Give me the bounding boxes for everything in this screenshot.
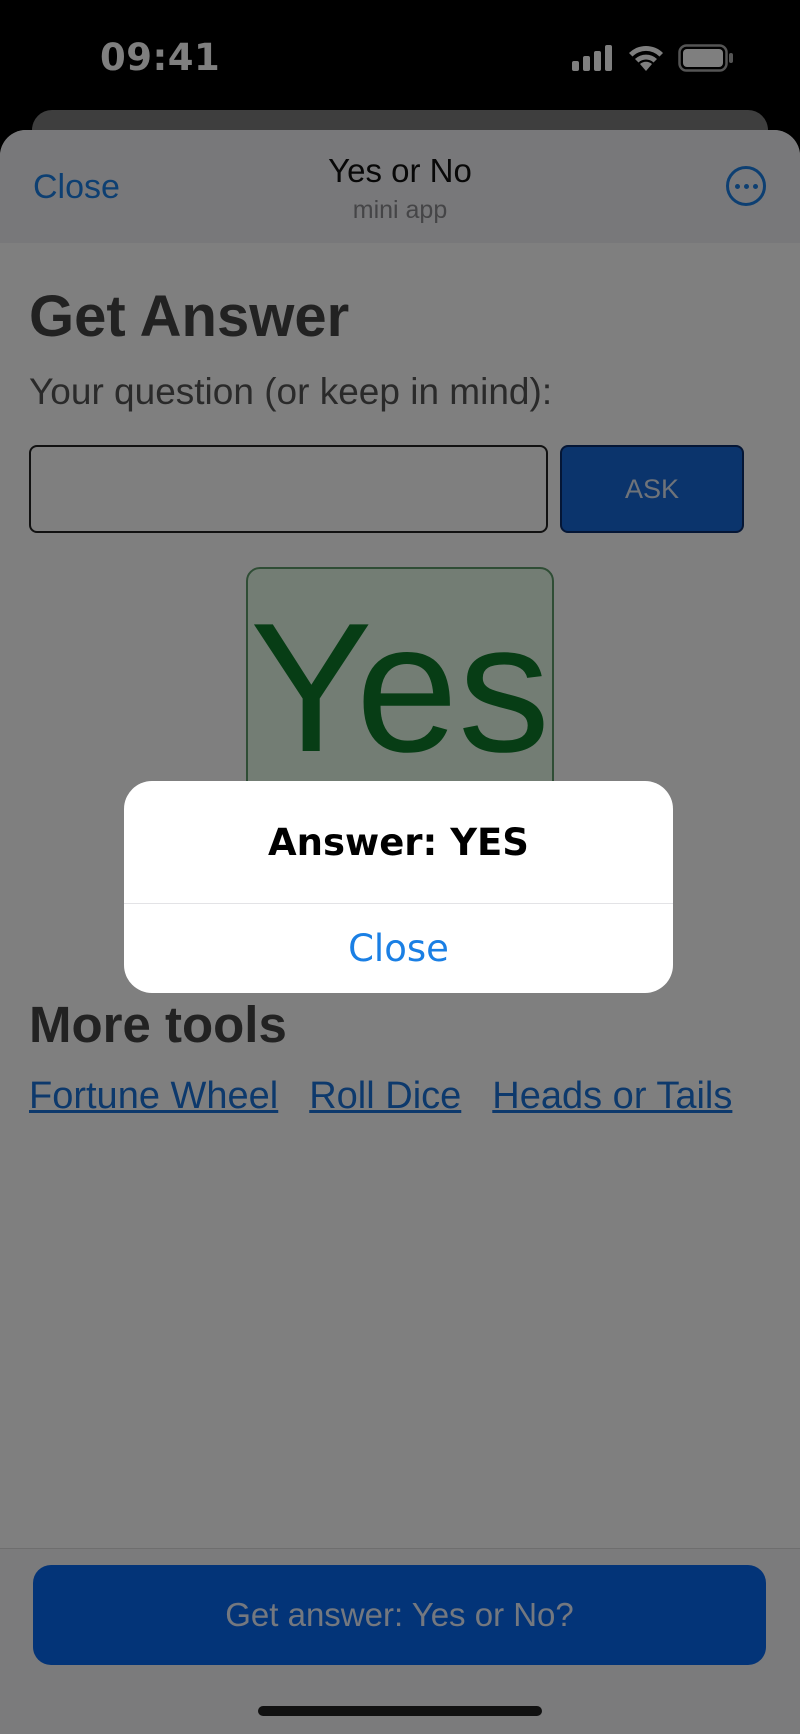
answer-alert: Answer: YES Close — [124, 781, 673, 993]
home-indicator — [258, 1706, 542, 1716]
alert-close-button[interactable]: Close — [124, 903, 673, 993]
alert-title: Answer: YES — [268, 821, 529, 864]
